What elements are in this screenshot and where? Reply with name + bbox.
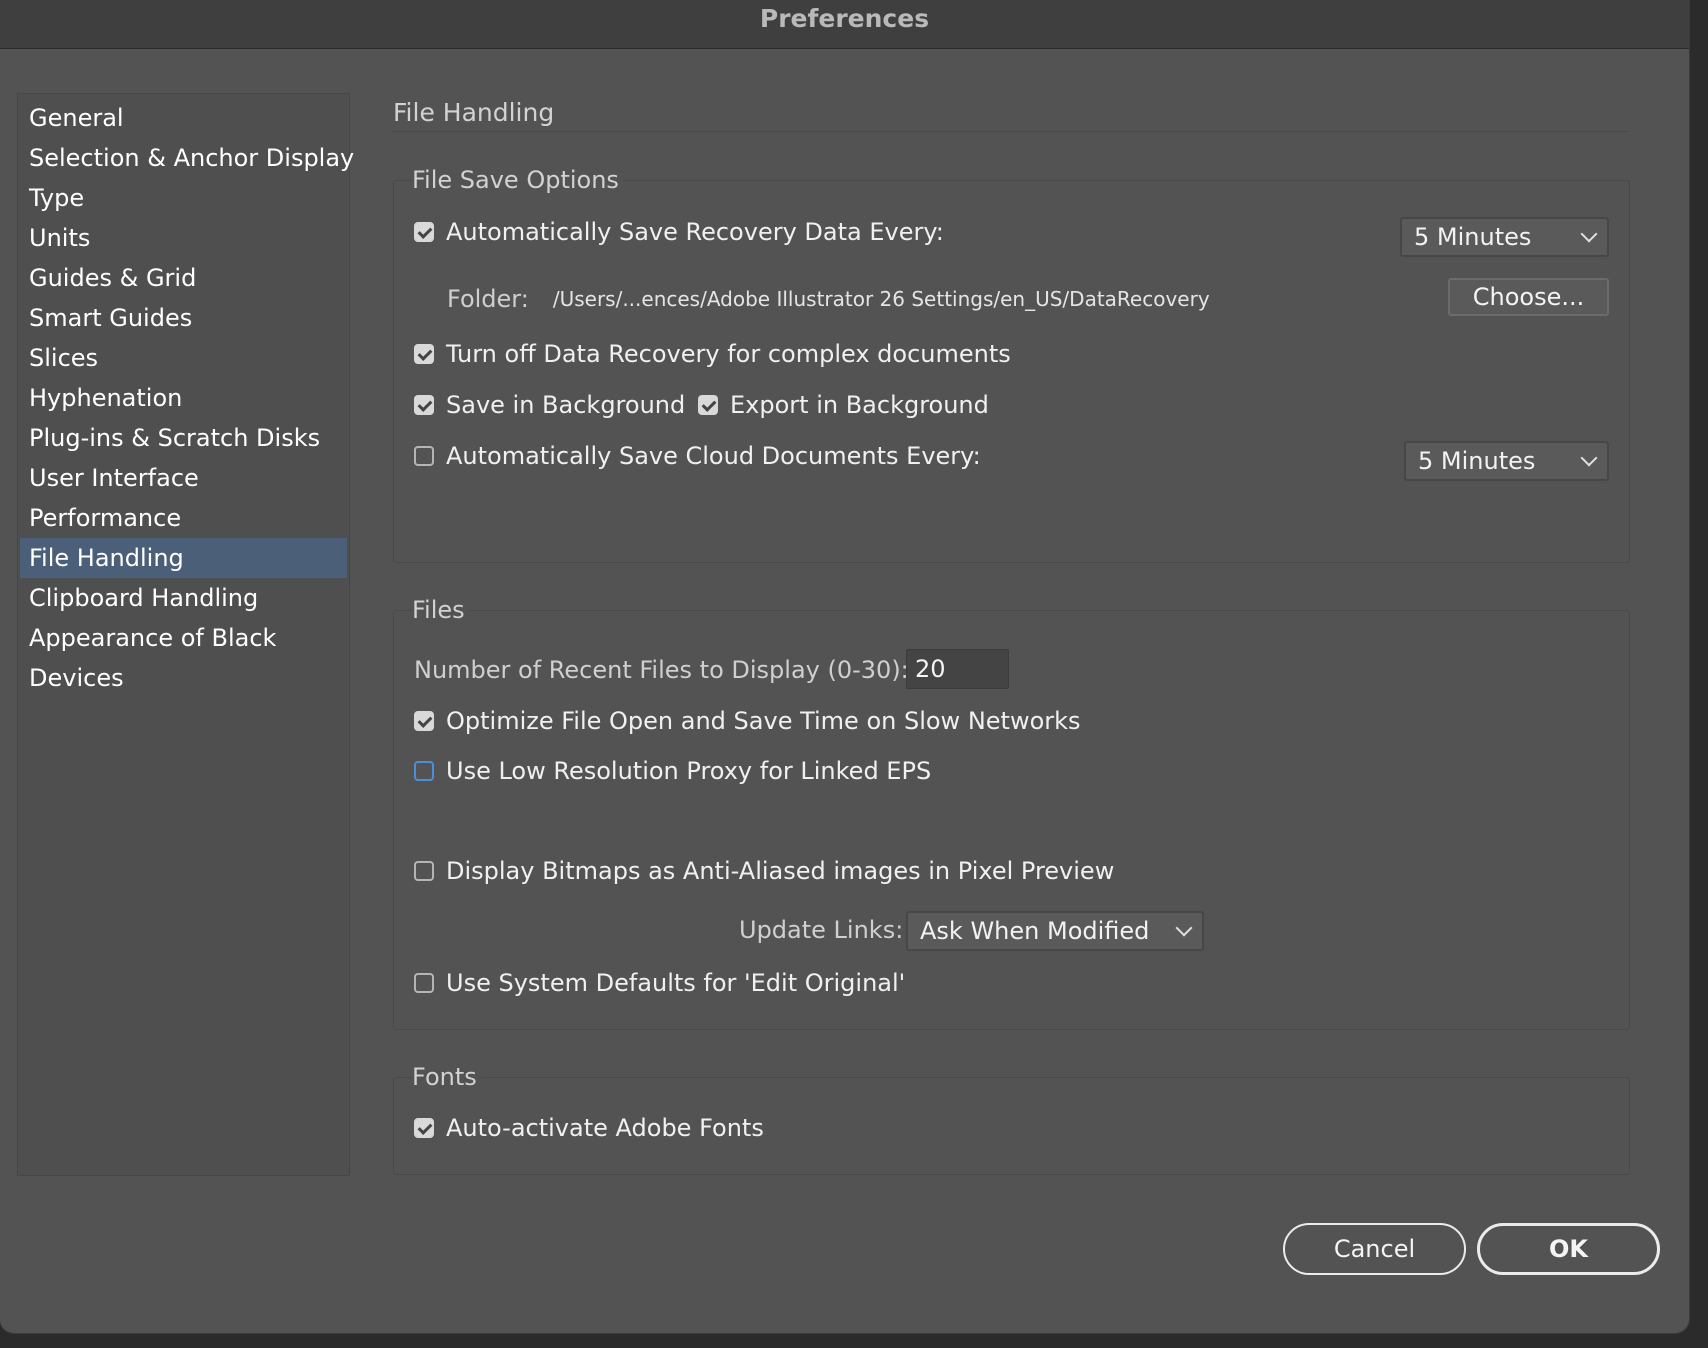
system-defaults-row[interactable]: Use System Defaults for 'Edit Original' bbox=[414, 965, 905, 1001]
auto-activate-fonts-checkbox[interactable] bbox=[414, 1118, 434, 1138]
recent-files-row: Number of Recent Files to Display (0-30)… bbox=[414, 649, 909, 691]
optimize-open-save-label: Optimize File Open and Save Time on Slow… bbox=[446, 707, 1081, 735]
turn-off-recovery-label: Turn off Data Recovery for complex docum… bbox=[446, 340, 1011, 368]
preferences-dialog: Preferences General Selection & Anchor D… bbox=[0, 0, 1689, 1333]
update-links-dropdown[interactable]: Ask When Modified bbox=[906, 911, 1204, 951]
update-links-value: Ask When Modified bbox=[920, 917, 1150, 945]
auto-save-cloud-row[interactable]: Automatically Save Cloud Documents Every… bbox=[414, 438, 981, 474]
low-res-proxy-label: Use Low Resolution Proxy for Linked EPS bbox=[446, 757, 932, 785]
update-links-row: Update Links: bbox=[739, 909, 903, 951]
files-group: Files Number of Recent Files to Display … bbox=[393, 596, 1630, 1030]
export-background-row[interactable]: Export in Background bbox=[698, 387, 989, 423]
sidebar-item-hyphenation[interactable]: Hyphenation bbox=[18, 378, 349, 418]
system-defaults-checkbox[interactable] bbox=[414, 973, 434, 993]
cancel-button[interactable]: Cancel bbox=[1283, 1223, 1466, 1275]
choose-folder-button[interactable]: Choose... bbox=[1448, 278, 1609, 316]
sidebar-item-smart-guides[interactable]: Smart Guides bbox=[18, 298, 349, 338]
sidebar-item-user-interface[interactable]: User Interface bbox=[18, 458, 349, 498]
auto-save-recovery-label: Automatically Save Recovery Data Every: bbox=[446, 218, 944, 246]
sidebar-item-plugins-scratch-disks[interactable]: Plug-ins & Scratch Disks bbox=[18, 418, 349, 458]
save-background-checkbox[interactable] bbox=[414, 395, 434, 415]
sidebar-item-file-handling[interactable]: File Handling bbox=[20, 538, 347, 578]
auto-activate-fonts-label: Auto-activate Adobe Fonts bbox=[446, 1114, 764, 1142]
sidebar-item-guides-grid[interactable]: Guides & Grid bbox=[18, 258, 349, 298]
auto-activate-fonts-row[interactable]: Auto-activate Adobe Fonts bbox=[414, 1110, 764, 1146]
auto-save-cloud-label: Automatically Save Cloud Documents Every… bbox=[446, 442, 981, 470]
cloud-interval-value: 5 Minutes bbox=[1418, 447, 1536, 475]
chevron-down-icon bbox=[1580, 449, 1598, 467]
turn-off-recovery-row[interactable]: Turn off Data Recovery for complex docum… bbox=[414, 336, 1011, 372]
sidebar-item-clipboard-handling[interactable]: Clipboard Handling bbox=[18, 578, 349, 618]
folder-label: Folder: bbox=[447, 285, 529, 313]
optimize-open-save-row[interactable]: Optimize File Open and Save Time on Slow… bbox=[414, 703, 1081, 739]
window-title: Preferences bbox=[0, 0, 1689, 49]
sidebar-item-performance[interactable]: Performance bbox=[18, 498, 349, 538]
export-background-checkbox[interactable] bbox=[698, 395, 718, 415]
low-res-proxy-checkbox[interactable] bbox=[414, 761, 434, 781]
ok-button[interactable]: OK bbox=[1477, 1223, 1660, 1275]
anti-aliased-checkbox[interactable] bbox=[414, 861, 434, 881]
save-background-label: Save in Background bbox=[446, 391, 686, 419]
fonts-group: Fonts Auto-activate Adobe Fonts bbox=[393, 1063, 1630, 1175]
auto-save-recovery-row[interactable]: Automatically Save Recovery Data Every: bbox=[414, 214, 944, 250]
recovery-interval-value: 5 Minutes bbox=[1414, 223, 1532, 251]
group-label-files: Files bbox=[412, 596, 469, 624]
folder-row: Folder: /Users/...ences/Adobe Illustrato… bbox=[447, 281, 1210, 317]
folder-path: /Users/...ences/Adobe Illustrator 26 Set… bbox=[552, 287, 1210, 311]
auto-save-cloud-checkbox[interactable] bbox=[414, 446, 434, 466]
low-res-proxy-row[interactable]: Use Low Resolution Proxy for Linked EPS bbox=[414, 753, 931, 789]
file-save-options-group: File Save Options Automatically Save Rec… bbox=[393, 166, 1630, 563]
page-title: File Handling bbox=[393, 98, 555, 127]
preferences-sidebar: General Selection & Anchor Display Type … bbox=[17, 93, 354, 1176]
recent-files-label: Number of Recent Files to Display (0-30)… bbox=[414, 656, 909, 684]
sidebar-item-selection-anchor-display[interactable]: Selection & Anchor Display bbox=[18, 138, 354, 178]
sidebar-item-slices[interactable]: Slices bbox=[18, 338, 349, 378]
group-label-fonts: Fonts bbox=[412, 1063, 481, 1091]
anti-aliased-label: Display Bitmaps as Anti-Aliased images i… bbox=[446, 857, 1115, 885]
recent-files-input[interactable]: 20 bbox=[906, 649, 1009, 689]
sidebar-item-units[interactable]: Units bbox=[18, 218, 349, 258]
optimize-open-save-checkbox[interactable] bbox=[414, 711, 434, 731]
sidebar-item-devices[interactable]: Devices bbox=[18, 658, 349, 698]
group-label-file-save-options: File Save Options bbox=[412, 166, 623, 194]
chevron-down-icon bbox=[1580, 225, 1598, 243]
update-links-label: Update Links: bbox=[739, 916, 904, 944]
turn-off-recovery-checkbox[interactable] bbox=[414, 344, 434, 364]
anti-aliased-row[interactable]: Display Bitmaps as Anti-Aliased images i… bbox=[414, 853, 1114, 889]
recovery-interval-dropdown[interactable]: 5 Minutes bbox=[1400, 217, 1609, 257]
title-divider bbox=[393, 131, 1630, 132]
save-background-row[interactable]: Save in Background bbox=[414, 387, 685, 423]
auto-save-recovery-checkbox[interactable] bbox=[414, 222, 434, 242]
export-background-label: Export in Background bbox=[730, 391, 989, 419]
cloud-interval-dropdown[interactable]: 5 Minutes bbox=[1404, 441, 1609, 481]
sidebar-item-general[interactable]: General bbox=[18, 98, 349, 138]
chevron-down-icon bbox=[1175, 919, 1193, 937]
system-defaults-label: Use System Defaults for 'Edit Original' bbox=[446, 969, 906, 997]
sidebar-item-type[interactable]: Type bbox=[18, 178, 349, 218]
sidebar-item-appearance-of-black[interactable]: Appearance of Black bbox=[18, 618, 349, 658]
